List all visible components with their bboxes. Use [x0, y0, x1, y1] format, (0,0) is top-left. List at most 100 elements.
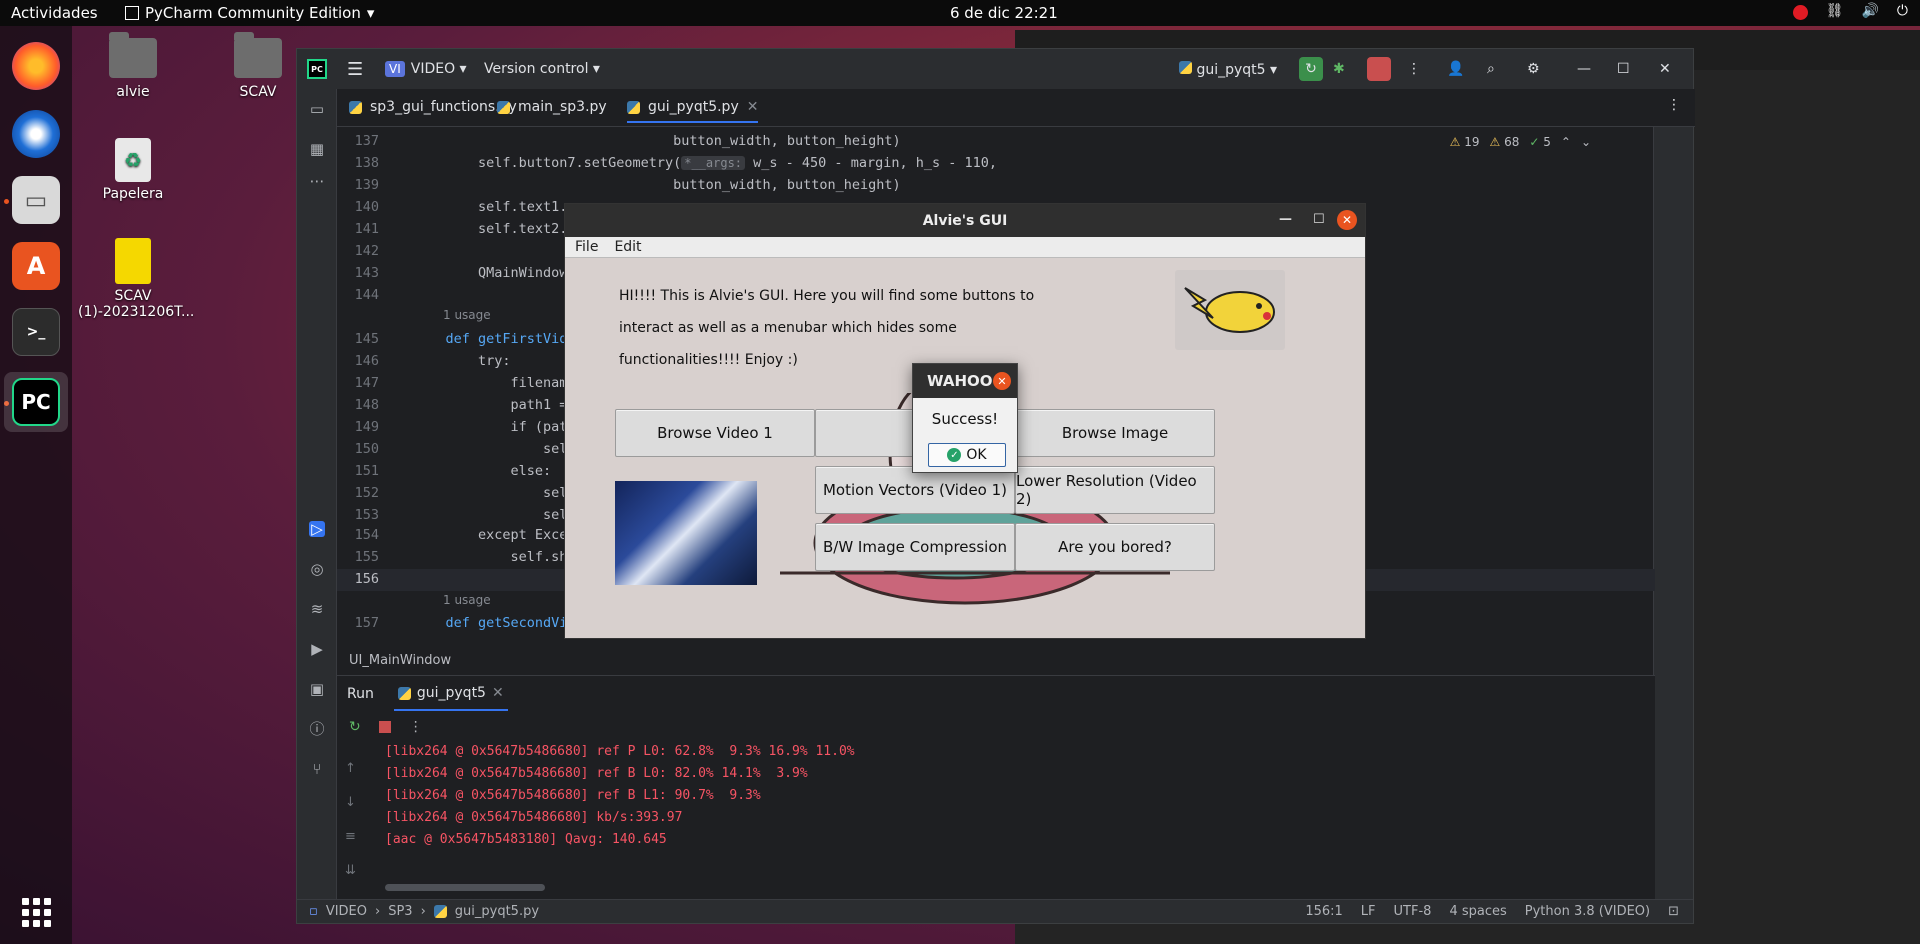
files-icon[interactable]: ▭ — [12, 176, 60, 224]
success-dialog: WAHOO ✕ Success! ✓ OK — [912, 363, 1018, 473]
minimize-icon[interactable]: — — [1279, 212, 1292, 227]
run-toolbar: ↻ ⋮ — [337, 712, 1655, 742]
running-indicator — [4, 199, 9, 204]
pycharm-icon[interactable]: PC — [12, 378, 60, 426]
line-number: 155 — [354, 549, 379, 565]
more-icon[interactable]: ⋮ — [1407, 61, 1421, 77]
tab-main-sp3[interactable]: main_sp3.py — [497, 99, 607, 115]
close-icon[interactable]: ✕ — [1659, 61, 1671, 77]
desktop-icon-trash[interactable]: ♻ Papelera — [78, 138, 188, 202]
git-icon[interactable]: ⑂ — [309, 761, 325, 777]
show-apps-icon[interactable] — [12, 888, 60, 936]
project-selector[interactable]: VI VIDEO ▾ — [385, 61, 467, 77]
line-number: 148 — [354, 397, 379, 413]
code-line: filenam — [413, 375, 568, 391]
services-icon[interactable]: ▶ — [309, 641, 325, 657]
console-line: [libx264 @ 0x5647b5486680] kb/s:393.97 — [385, 810, 683, 825]
browse-video-1-button[interactable]: Browse Video 1 — [615, 409, 815, 457]
menu-file[interactable]: File — [575, 239, 598, 255]
more-tools-icon[interactable]: ⋯ — [309, 173, 325, 189]
lower-resolution-button[interactable]: Lower Resolution (Video 2) — [1015, 466, 1215, 514]
do-not-disturb-icon[interactable] — [1792, 5, 1808, 20]
add-user-icon[interactable]: 👤 — [1447, 61, 1464, 77]
python-file-icon — [627, 100, 640, 114]
status-path-project[interactable]: VIDEO — [326, 904, 367, 919]
caret-position[interactable]: 156:1 — [1305, 904, 1342, 919]
tab-sp3-gui-functions[interactable]: sp3_gui_functions.py — [349, 99, 517, 115]
previous-highlight-icon[interactable]: ⌃ — [1561, 135, 1571, 149]
close-tab-icon[interactable]: ✕ — [747, 99, 759, 115]
menu-edit[interactable]: Edit — [614, 239, 641, 255]
layers-icon[interactable]: ≋ — [309, 601, 325, 617]
lock-icon[interactable]: ⊡ — [1668, 904, 1679, 919]
desktop-icon-zip[interactable]: SCAV (1)-20231206T... — [78, 238, 194, 320]
status-path[interactable]: ▫ VIDEO › SP3 › gui_pyqt5.py — [309, 904, 539, 919]
tab-gui-pyqt5[interactable]: gui_pyqt5.py ✕ — [627, 99, 759, 123]
vcs-menu[interactable]: Version control ▾ — [484, 61, 600, 77]
settings-icon[interactable]: ⚙ — [1527, 61, 1540, 77]
zip-file-icon — [115, 238, 151, 284]
python-interpreter[interactable]: Python 3.8 (VIDEO) — [1525, 904, 1650, 919]
line-separator[interactable]: LF — [1361, 904, 1376, 919]
problems-icon[interactable]: ⓘ — [309, 721, 325, 737]
activities-button[interactable]: Actividades — [11, 4, 98, 22]
terminal-icon[interactable]: ▣ — [309, 681, 325, 697]
tab-options-icon[interactable]: ⋮ — [1667, 97, 1681, 113]
inspection-widget[interactable]: ⚠ 19 ⚠ 68 ✓ 5 ⌃ ⌄ — [1450, 135, 1591, 149]
maximize-icon[interactable]: ☐ — [1617, 61, 1630, 77]
status-path-file[interactable]: gui_pyqt5.py — [455, 904, 539, 919]
terminal-icon[interactable]: >_ — [12, 308, 60, 356]
code-line: def getSecondVi — [413, 615, 568, 631]
main-menu-icon[interactable]: ☰ — [347, 59, 363, 80]
browse-image-button[interactable]: Browse Image — [1015, 409, 1215, 457]
usage-hint[interactable]: 1 usage — [443, 308, 491, 322]
stop-button[interactable] — [1367, 57, 1391, 81]
scroll-to-end-icon[interactable]: ⇊ — [345, 854, 356, 888]
status-path-folder[interactable]: SP3 — [388, 904, 412, 919]
python-file-icon — [497, 100, 510, 114]
stop-icon[interactable] — [378, 721, 391, 733]
code-breadcrumb[interactable]: UI_MainWindow — [349, 653, 451, 668]
motion-vectors-button[interactable]: Motion Vectors (Video 1) — [815, 466, 1015, 514]
status-bar: ▫ VIDEO › SP3 › gui_pyqt5.py 156:1 LF UT… — [297, 899, 1693, 923]
thunderbird-icon[interactable] — [12, 110, 60, 158]
soft-wrap-icon[interactable]: ≡ — [345, 820, 356, 854]
volume-icon[interactable]: 🔊 — [1861, 3, 1878, 20]
close-icon[interactable]: ✕ — [993, 372, 1011, 390]
scroll-up-icon[interactable]: ↑ — [345, 752, 356, 786]
rerun-button[interactable]: ↻ — [1299, 57, 1323, 81]
run-tab[interactable]: Run — [347, 686, 374, 702]
are-you-bored-button[interactable]: Are you bored? — [1015, 523, 1215, 571]
debug-icon[interactable]: ✱ — [1333, 61, 1345, 77]
desktop-icon-home[interactable]: alvie — [78, 32, 188, 100]
app-menu[interactable]: PyCharm Community Edition ▾ — [125, 4, 374, 22]
power-icon[interactable]: ⏻ — [1897, 3, 1908, 20]
run-icon[interactable]: ▷ — [309, 521, 325, 537]
dock: ▭ A >_ PC — [0, 26, 72, 944]
next-highlight-icon[interactable]: ⌄ — [1581, 135, 1591, 149]
python-console-icon[interactable]: ◎ — [309, 561, 325, 577]
more-icon[interactable]: ⋮ — [409, 719, 423, 735]
close-tab-icon[interactable]: ✕ — [492, 685, 504, 701]
maximize-icon[interactable]: ☐ — [1313, 212, 1325, 227]
software-icon[interactable]: A — [12, 242, 60, 290]
run-config-selector[interactable]: gui_pyqt5 ▾ — [1179, 60, 1277, 78]
rerun-icon[interactable]: ↻ — [349, 719, 361, 735]
indent-setting[interactable]: 4 spaces — [1449, 904, 1506, 919]
horizontal-scrollbar[interactable] — [385, 884, 545, 891]
ok-button[interactable]: ✓ OK — [928, 443, 1006, 467]
usage-hint[interactable]: 1 usage — [443, 593, 491, 607]
clock[interactable]: 6 de dic 22:21 — [950, 4, 1058, 22]
file-encoding[interactable]: UTF-8 — [1394, 904, 1432, 919]
system-tray[interactable]: ⛓ 🔊 ⏻ — [1792, 3, 1908, 20]
scroll-down-icon[interactable]: ↓ — [345, 786, 356, 820]
search-icon[interactable]: ⌕ — [1487, 61, 1495, 77]
project-icon[interactable]: ▭ — [309, 101, 325, 117]
network-icon[interactable]: ⛓ — [1826, 3, 1844, 20]
firefox-icon[interactable] — [12, 42, 60, 90]
bw-compression-button[interactable]: B/W Image Compression — [815, 523, 1015, 571]
minimize-icon[interactable]: — — [1577, 61, 1591, 77]
close-icon[interactable]: ✕ — [1337, 210, 1357, 230]
structure-icon[interactable]: ▦ — [309, 141, 325, 157]
run-config-tab[interactable]: gui_pyqt5 ✕ — [393, 677, 508, 711]
